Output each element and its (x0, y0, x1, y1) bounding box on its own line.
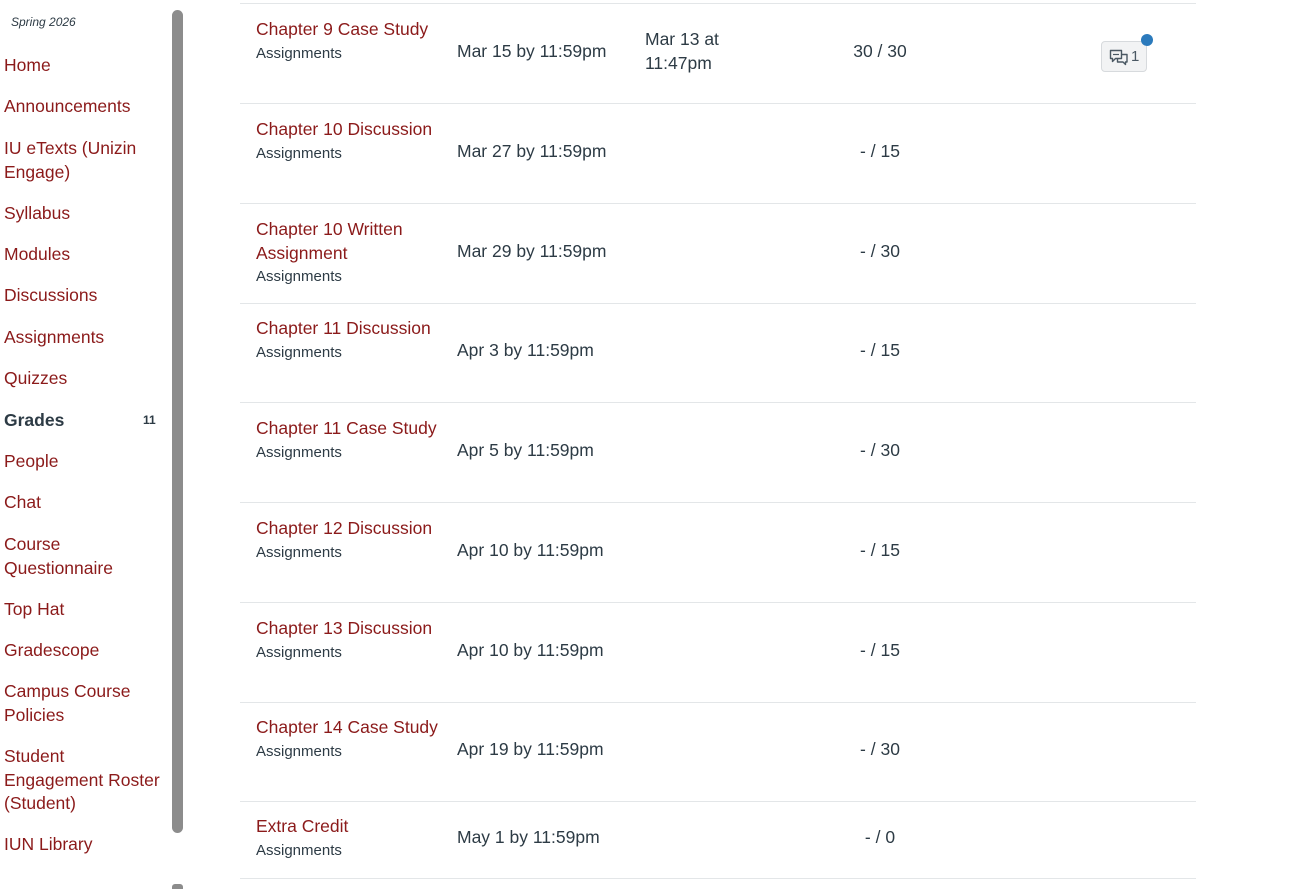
table-row: Chapter 10 Written Assignment Assignment… (240, 204, 1196, 304)
assignment-link[interactable]: Chapter 9 Case Study (256, 18, 441, 42)
assignment-link[interactable]: Chapter 13 Discussion (256, 617, 441, 641)
assignment-cell: Chapter 10 Discussion Assignments (256, 118, 441, 165)
due-date: Apr 19 by 11:59pm (457, 739, 604, 759)
nav-top-hat[interactable]: Top Hat (4, 598, 164, 622)
nav-modules[interactable]: Modules (4, 243, 164, 267)
assignment-link[interactable]: Chapter 14 Case Study (256, 716, 441, 740)
score: - / 30 (860, 241, 900, 261)
nav-announcements[interactable]: Announcements (4, 95, 164, 119)
nav-discussions[interactable]: Discussions (4, 284, 164, 308)
score: - / 30 (860, 440, 900, 460)
nav-people[interactable]: People (4, 450, 164, 474)
assignment-cell: Extra Credit Assignments (256, 815, 441, 862)
due-date: Apr 10 by 11:59pm (457, 540, 604, 560)
table-row: Chapter 14 Case Study Assignments Apr 19… (240, 703, 1196, 802)
table-row: Chapter 10 Discussion Assignments Mar 27… (240, 104, 1196, 204)
table-row: Chapter 13 Discussion Assignments Apr 10… (240, 603, 1196, 703)
assignment-group: Assignments (256, 543, 342, 561)
due-date: Mar 15 by 11:59pm (457, 41, 607, 61)
comment-count: 1 (1131, 48, 1140, 65)
score: - / 15 (860, 640, 900, 660)
grades-count-badge: 11 (143, 413, 156, 427)
assignment-group: Assignments (256, 268, 342, 285)
nav-student-engagement-roster[interactable]: Student Engagement Roster (Student) (4, 745, 164, 816)
assignment-cell: Chapter 14 Case Study Assignments (256, 716, 441, 763)
nav-gradescope[interactable]: Gradescope (4, 639, 164, 663)
sidebar-scrollbar-thumb[interactable] (172, 10, 183, 833)
assignment-link[interactable]: Chapter 11 Case Study (256, 417, 441, 441)
assignment-group: Assignments (256, 44, 342, 62)
due-date: Mar 27 by 11:59pm (457, 141, 607, 161)
due-date: Apr 10 by 11:59pm (457, 640, 604, 660)
nav-iun-library[interactable]: IUN Library (4, 833, 164, 857)
nav-syllabus[interactable]: Syllabus (4, 202, 164, 226)
nav-course-questionnaire[interactable]: Course Questionnaire (4, 533, 164, 580)
score: - / 15 (860, 141, 900, 161)
nav-quizzes[interactable]: Quizzes (4, 367, 164, 391)
due-date: Mar 29 by 11:59pm (457, 241, 607, 261)
nav-home[interactable]: Home (4, 54, 164, 78)
assignment-group: Assignments (256, 643, 342, 661)
assignment-link[interactable]: Chapter 11 Discussion (256, 317, 441, 341)
nav-grades[interactable]: Grades (4, 409, 164, 433)
assignment-group: Assignments (256, 443, 342, 461)
assignment-cell: Chapter 11 Case Study Assignments (256, 417, 441, 464)
assignment-group: Assignments (256, 841, 342, 859)
unread-indicator (1141, 34, 1153, 46)
table-row: Chapter 11 Discussion Assignments Apr 3 … (240, 304, 1196, 403)
assignment-cell: Chapter 9 Case Study Assignments (256, 18, 441, 65)
assignment-cell: Chapter 13 Discussion Assignments (256, 617, 441, 664)
assignment-group: Assignments (256, 742, 342, 760)
table-row: Chapter 11 Case Study Assignments Apr 5 … (240, 403, 1196, 503)
score: 30 / 30 (853, 41, 907, 61)
assignment-group: Assignments (256, 144, 342, 162)
assignment-link[interactable]: Chapter 10 Discussion (256, 118, 441, 142)
due-date: Apr 5 by 11:59pm (457, 440, 594, 460)
due-date: Apr 3 by 11:59pm (457, 340, 594, 360)
assignment-link[interactable]: Extra Credit (256, 815, 441, 839)
comments-button[interactable]: 1 (1101, 41, 1147, 72)
score: - / 15 (860, 540, 900, 560)
sidebar-scrollbar-cap[interactable] (172, 884, 183, 889)
assignment-cell: Chapter 10 Written Assignment Assignment… (256, 218, 441, 288)
assignment-link[interactable]: Chapter 12 Discussion (256, 517, 441, 541)
nav-iu-etexts[interactable]: IU eTexts (Unizin Engage) (4, 137, 164, 184)
assignment-link[interactable]: Chapter 10 Written Assignment (256, 218, 441, 265)
table-row: Chapter 9 Case Study Assignments Mar 15 … (240, 4, 1196, 104)
table-row: Extra Credit Assignments May 1 by 11:59p… (240, 802, 1196, 879)
nav-assignments[interactable]: Assignments (4, 326, 164, 350)
due-date: May 1 by 11:59pm (457, 827, 600, 847)
nav-campus-course-policies[interactable]: Campus Course Policies (4, 680, 164, 727)
assignment-cell: Chapter 12 Discussion Assignments (256, 517, 441, 564)
assignment-group: Assignments (256, 343, 342, 361)
table-row: Chapter 12 Discussion Assignments Apr 10… (240, 503, 1196, 603)
comment-bubbles-icon (1109, 49, 1128, 66)
score: - / 0 (864, 827, 896, 847)
term-label: Spring 2026 (11, 15, 76, 29)
course-nav-sidebar: Spring 2026 Home Announcements IU eTexts… (0, 0, 186, 889)
assignment-cell: Chapter 11 Discussion Assignments (256, 317, 441, 364)
nav-chat[interactable]: Chat (4, 491, 164, 515)
score: - / 30 (860, 739, 900, 759)
submitted-date: Mar 13 at 11:47pm (645, 29, 719, 73)
score: - / 15 (860, 340, 900, 360)
